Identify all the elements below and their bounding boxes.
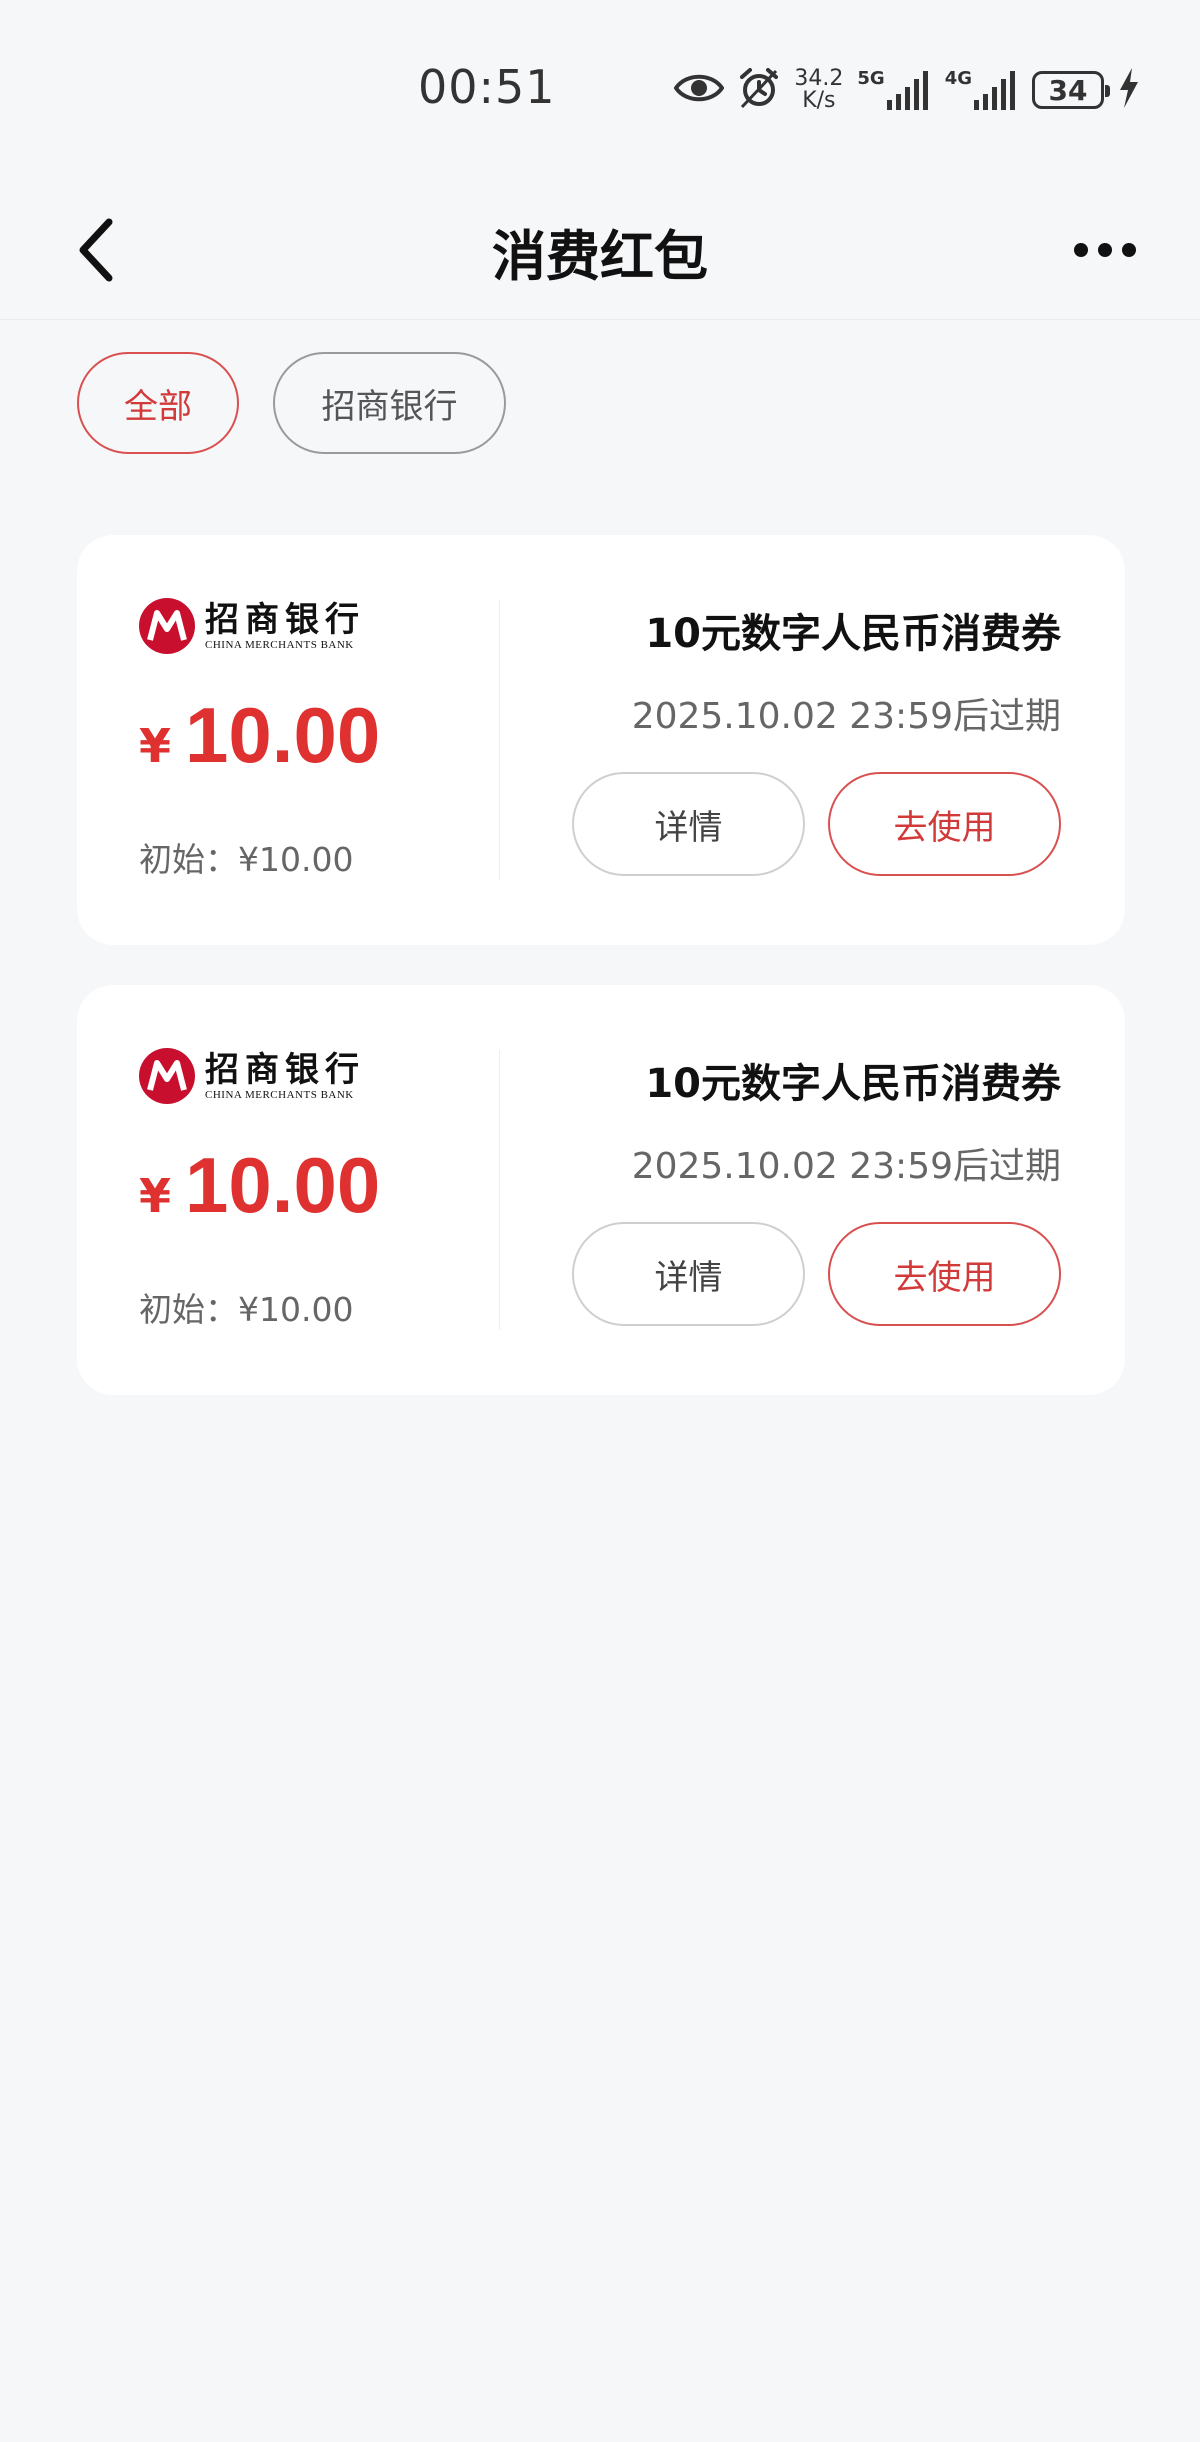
signal-4g: 4G bbox=[945, 70, 1018, 110]
voucher-card-left: 招商银行 CHINA MERCHANTS BANK ¥ 10.00 初始：¥10… bbox=[139, 535, 499, 945]
battery-indicator: 34 bbox=[1032, 71, 1110, 109]
more-button[interactable] bbox=[1060, 210, 1150, 290]
status-time: 00:51 bbox=[418, 60, 556, 114]
voucher-card: 招商银行 CHINA MERCHANTS BANK ¥ 10.00 初始：¥10… bbox=[77, 535, 1125, 945]
more-dot-icon bbox=[1098, 243, 1112, 257]
net-speed-unit: K/s bbox=[802, 88, 836, 113]
card-divider bbox=[499, 600, 500, 880]
alarm-icon bbox=[738, 67, 780, 113]
page-title: 消费红包 bbox=[492, 225, 708, 288]
more-dot-icon bbox=[1122, 243, 1136, 257]
amount-value: 10.00 bbox=[185, 691, 381, 779]
initial-amount: 初始：¥10.00 bbox=[139, 1290, 354, 1329]
voucher-amount: ¥ 10.00 bbox=[139, 1140, 380, 1231]
more-dot-icon bbox=[1074, 243, 1088, 257]
voucher-card-right: 10元数字人民币消费券 2025.10.02 23:59后过期 详情 去使用 bbox=[501, 985, 1061, 1395]
voucher-expiry: 2025.10.02 23:59后过期 bbox=[631, 696, 1061, 737]
voucher-card-right: 10元数字人民币消费券 2025.10.02 23:59后过期 详情 去使用 bbox=[501, 535, 1061, 945]
voucher-card: 招商银行 CHINA MERCHANTS BANK ¥ 10.00 初始：¥10… bbox=[77, 985, 1125, 1395]
detail-button[interactable]: 详情 bbox=[572, 1222, 805, 1326]
cmb-logo-icon bbox=[139, 598, 195, 654]
initial-amount: 初始：¥10.00 bbox=[139, 840, 354, 879]
detail-button[interactable]: 详情 bbox=[572, 772, 805, 876]
bank-logo: 招商银行 CHINA MERCHANTS BANK bbox=[139, 598, 365, 654]
net-speed-value: 34.2 bbox=[794, 66, 844, 91]
amount-value: 10.00 bbox=[185, 1141, 381, 1229]
cmb-logo-icon bbox=[139, 1048, 195, 1104]
currency-symbol: ¥ bbox=[139, 719, 172, 773]
signal-5g-label: 5G bbox=[857, 68, 885, 89]
bank-logo-text: 招商银行 CHINA MERCHANTS BANK bbox=[205, 601, 365, 651]
voucher-card-left: 招商银行 CHINA MERCHANTS BANK ¥ 10.00 初始：¥10… bbox=[139, 985, 499, 1395]
use-button[interactable]: 去使用 bbox=[828, 772, 1061, 876]
card-divider bbox=[499, 1050, 500, 1330]
filter-chip-all[interactable]: 全部 bbox=[77, 352, 239, 454]
voucher-expiry: 2025.10.02 23:59后过期 bbox=[631, 1146, 1061, 1187]
charging-bolt-icon bbox=[1118, 68, 1140, 112]
screen: 00:51 34.2 K/s 5G 4G 34 消费红包 全部 招商银行 招商银… bbox=[0, 0, 1200, 2442]
filter-chip-cmb[interactable]: 招商银行 bbox=[273, 352, 506, 454]
bank-logo: 招商银行 CHINA MERCHANTS BANK bbox=[139, 1048, 365, 1104]
net-speed: 34.2 K/s bbox=[794, 68, 843, 112]
status-icons: 34.2 K/s 5G 4G 34 bbox=[673, 60, 1140, 120]
signal-bars-icon bbox=[886, 71, 928, 110]
bank-name-en: CHINA MERCHANTS BANK bbox=[205, 1089, 354, 1101]
signal-bars-icon bbox=[974, 71, 1015, 110]
voucher-title: 10元数字人民币消费券 bbox=[645, 611, 1061, 657]
status-bar: 00:51 34.2 K/s 5G 4G 34 bbox=[0, 0, 1200, 180]
voucher-title: 10元数字人民币消费券 bbox=[645, 1061, 1061, 1107]
bank-name-cn: 招商银行 bbox=[205, 600, 365, 640]
signal-4g-label: 4G bbox=[944, 68, 972, 89]
header: 消费红包 bbox=[0, 180, 1200, 320]
filter-chips: 全部 招商银行 bbox=[77, 352, 506, 454]
bank-name-cn: 招商银行 bbox=[205, 1050, 365, 1090]
eye-icon bbox=[673, 71, 725, 109]
bank-logo-text: 招商银行 CHINA MERCHANTS BANK bbox=[205, 1051, 365, 1101]
voucher-amount: ¥ 10.00 bbox=[139, 690, 380, 781]
bank-name-en: CHINA MERCHANTS BANK bbox=[205, 639, 354, 651]
signal-5g: 5G bbox=[857, 70, 930, 110]
currency-symbol: ¥ bbox=[139, 1169, 172, 1223]
use-button[interactable]: 去使用 bbox=[828, 1222, 1061, 1326]
